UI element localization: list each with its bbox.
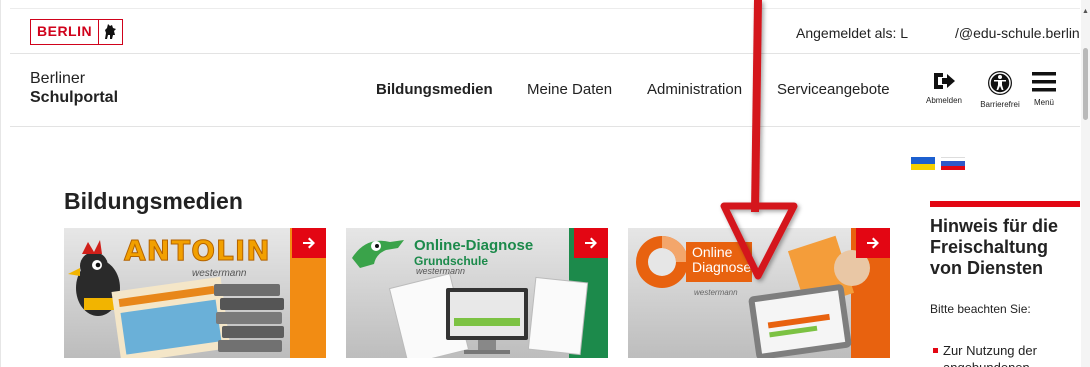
nav-serviceangebote[interactable]: Serviceangebote (777, 81, 890, 98)
brand-line-1: Berliner (30, 70, 86, 87)
notice-bullet-continuation: angebundenen (943, 360, 1030, 367)
antolin-publisher: westermann (192, 268, 247, 279)
card-online-diagnose-grundschule[interactable]: Online-Diagnose Grundschule westermann (346, 228, 608, 358)
page-title: Bildungsmedien (64, 188, 243, 214)
scrollbar-thumb[interactable] (1083, 48, 1088, 120)
logged-in-label: Angemeldet als: L (796, 25, 909, 41)
online-diagnose-publisher: westermann (694, 288, 738, 297)
logout-label: Abmelden (925, 96, 963, 105)
menu-button[interactable]: Menü (1014, 70, 1074, 107)
schulportal-brand[interactable]: Berliner Schulportal (30, 69, 118, 107)
berlin-logo-text: BERLIN (37, 23, 93, 39)
window-top-margin (0, 0, 1090, 8)
nav-administration[interactable]: Administration (647, 81, 742, 98)
open-arrow-icon[interactable] (856, 228, 890, 258)
online-diagnose-title-line1: Online (692, 244, 733, 260)
menu-label: Menü (1033, 98, 1054, 107)
notice-title: Hinweis für die Freischaltung von Dienst… (930, 216, 1059, 278)
logged-in-email: /@edu-schule.berlin (955, 25, 1080, 41)
logout-button[interactable]: Abmelden (914, 70, 974, 105)
scroll-up-arrow-icon[interactable]: ▲ (1082, 8, 1089, 15)
window-left-edge (0, 0, 1, 367)
open-arrow-icon[interactable] (292, 228, 326, 258)
ukrainian-flag[interactable] (911, 157, 935, 170)
notice-intro: Bitte beachten Sie: (930, 302, 1031, 316)
russian-flag[interactable] (941, 157, 965, 170)
online-diagnose-gs-title-line1: Online-Diagnose (414, 237, 534, 254)
open-arrow-icon[interactable] (574, 228, 608, 258)
hamburger-menu-icon (1032, 72, 1056, 92)
berlin-logo[interactable]: BERLIN (30, 19, 124, 45)
notice-bullet: Zur Nutzung der (933, 343, 1037, 358)
nav-meine-daten[interactable]: Meine Daten (527, 81, 612, 98)
online-diagnose-gs-title: Online-Diagnose Grundschule (414, 238, 533, 269)
notice-top-rule (930, 201, 1080, 207)
antolin-logo-text: ANTOLIN (124, 234, 271, 268)
nav-bildungsmedien[interactable]: Bildungsmedien (376, 81, 493, 98)
top-bar: BERLIN Angemeldet als: L /@edu-schule.be… (10, 8, 1080, 54)
accessibility-icon (988, 71, 1012, 95)
brand-line-2: Schulportal (30, 89, 119, 106)
online-diagnose-card-image (628, 228, 890, 358)
online-diagnose-title-line2: Diagnose (692, 259, 752, 275)
logout-icon (934, 73, 955, 89)
online-diagnose-gs-publisher: westermann (416, 266, 466, 276)
card-online-diagnose[interactable]: Online Diagnose westermann (628, 228, 890, 358)
berlin-bear-icon (98, 20, 122, 44)
online-diagnose-title: Online Diagnose (692, 245, 751, 275)
card-antolin[interactable]: ANTOLIN westermann (64, 228, 326, 358)
main-header: Berliner Schulportal Bildungsmedien Mein… (10, 55, 1080, 127)
